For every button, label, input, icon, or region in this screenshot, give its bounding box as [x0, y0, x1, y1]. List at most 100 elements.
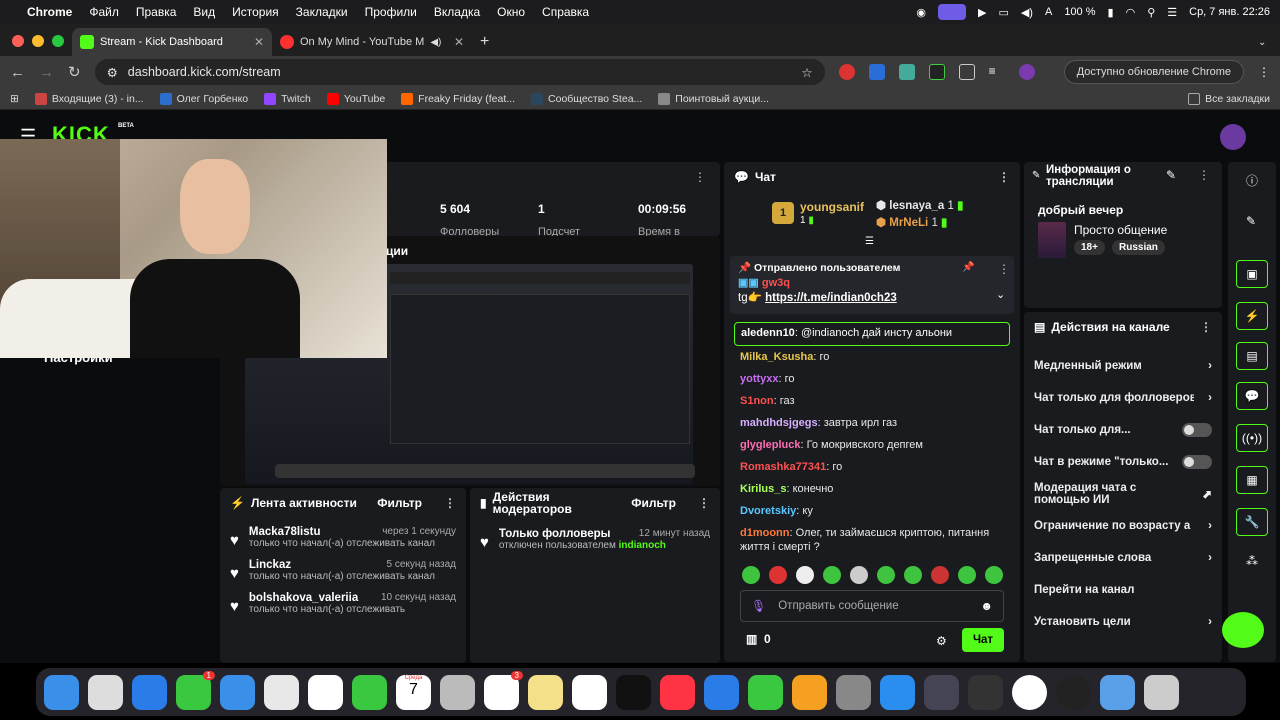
play-icon[interactable]: ▶	[978, 6, 986, 19]
profile-avatar[interactable]	[1018, 64, 1035, 80]
speaker-icon[interactable]: ◀)	[430, 37, 441, 48]
chat-message[interactable]: glyglepluck: Го мокривского депгем	[740, 438, 1010, 452]
address-bar[interactable]: ⚙ dashboard.kick.com/stream ☆	[94, 59, 825, 85]
wrench-icon[interactable]: 🔧	[1236, 508, 1268, 536]
creative-cloud-icon[interactable]: ◉	[916, 6, 926, 19]
volume-icon[interactable]: ◀)	[1021, 6, 1033, 19]
bookmark-star-icon[interactable]: ☆	[801, 65, 812, 80]
update-chrome-button[interactable]: Доступно обновление Chrome	[1063, 60, 1244, 84]
category-name[interactable]: Просто общение	[1074, 223, 1167, 237]
piano-icon[interactable]	[968, 674, 1003, 710]
chat-message[interactable]: d1moonn: Олег, ти займаєшся криптою, пит…	[740, 526, 1010, 554]
action-banned-words[interactable]: Запрещенные слова ›	[1024, 542, 1222, 574]
toggle-switch[interactable]	[1182, 423, 1212, 437]
kebab-icon[interactable]: ⋮	[444, 496, 456, 510]
kebab-icon[interactable]: ⋮	[998, 170, 1010, 184]
expand-icon[interactable]: ☰	[865, 236, 874, 247]
menu-view[interactable]: Вид	[193, 5, 215, 19]
emote-icon[interactable]	[904, 566, 922, 584]
chat-message[interactable]: S1non: газ	[740, 394, 1010, 408]
datetime[interactable]: Ср, 7 янв. 22:26	[1189, 6, 1270, 18]
battery-text[interactable]: 100 %	[1064, 6, 1095, 18]
tab-search-icon[interactable]: ⌄	[1250, 28, 1280, 56]
top-gifter-3[interactable]: ⬢ MrNeLi 1 ▮	[876, 215, 947, 229]
wifi-icon[interactable]: ◠	[1126, 6, 1136, 19]
action-go-to-channel[interactable]: Перейти на канал	[1024, 574, 1222, 606]
action-chat-only-toggle[interactable]: Чат только для...	[1024, 414, 1222, 446]
bookmark-gmail[interactable]: Входящие (3) - in...	[34, 92, 144, 105]
chrome-icon[interactable]	[1012, 674, 1047, 710]
action-ai-moderation[interactable]: Модерация чата с помощью ИИ ⬈	[1024, 478, 1222, 510]
menu-window[interactable]: Окно	[497, 5, 525, 19]
kebab-icon[interactable]: ⋮	[1198, 168, 1210, 182]
facetime-icon[interactable]	[352, 674, 387, 710]
tab-youtube[interactable]: On My Mind - YouTube M ◀) ✕	[272, 28, 472, 56]
layout-icon[interactable]: ▦	[1236, 466, 1268, 494]
more-icon[interactable]: ⋮	[1258, 65, 1270, 79]
forward-icon[interactable]: →	[39, 64, 54, 81]
keyboard-icon[interactable]: A	[1045, 6, 1052, 18]
menu-file[interactable]: Файл	[89, 5, 119, 19]
action-set-goals[interactable]: Установить цели ›	[1024, 606, 1222, 638]
zoom-window-button[interactable]	[52, 35, 64, 47]
top-gifter-2[interactable]: ⬢ lesnaya_a 1 ▮	[876, 198, 963, 212]
close-window-button[interactable]	[12, 35, 24, 47]
new-tab-button[interactable]: +	[472, 28, 502, 56]
kebab-icon[interactable]: ⋮	[694, 170, 706, 184]
user-avatar[interactable]	[1220, 124, 1246, 150]
appletv-icon[interactable]	[616, 674, 651, 710]
downloads-folder-icon[interactable]	[1100, 674, 1135, 710]
control-center-icon[interactable]: ☰	[1167, 6, 1177, 19]
top-gifter-1[interactable]: youngsanif	[800, 200, 864, 214]
action-followers-only[interactable]: Чат только для фолловеров ›	[1024, 382, 1222, 414]
chat-message[interactable]: Milka_Ksusha: го	[740, 350, 1010, 364]
edit-icon[interactable]: ✎	[1166, 168, 1176, 182]
puzzle-icon[interactable]	[958, 64, 975, 80]
emote-icon[interactable]	[850, 566, 868, 584]
chat-message[interactable]: Dvoretskiy: ку	[740, 504, 1010, 518]
minimize-window-button[interactable]	[32, 35, 44, 47]
apps-icon[interactable]: ⊞	[10, 93, 19, 105]
chat-input[interactable]: 🎙 Отправить сообщение ☻	[740, 590, 1004, 622]
kebab-icon[interactable]: ⋮	[1200, 320, 1212, 334]
chat-icon[interactable]: 💬	[1236, 382, 1268, 410]
emote-icon[interactable]	[877, 566, 895, 584]
category-thumbnail[interactable]	[1038, 222, 1066, 258]
action-age-restriction[interactable]: Ограничение по возрасту а ›	[1024, 510, 1222, 542]
bookmark-twitch[interactable]: Twitch	[264, 92, 311, 105]
emote-icon[interactable]	[769, 566, 787, 584]
document-icon[interactable]: ▤	[1236, 342, 1268, 370]
menu-edit[interactable]: Правка	[136, 5, 177, 19]
camera-icon[interactable]: ▣	[1236, 260, 1268, 288]
tab-kick-dashboard[interactable]: Stream - Kick Dashboard ✕	[72, 28, 272, 56]
action-chat-mode-toggle[interactable]: Чат в режиме "только...	[1024, 446, 1222, 478]
emote-icon[interactable]	[931, 566, 949, 584]
bookmark-vk[interactable]: Олег Горбенко	[159, 92, 248, 105]
extension-icon[interactable]	[898, 64, 915, 80]
bookmark-soundcloud[interactable]: Freaky Friday (feat...	[401, 92, 515, 105]
battery-icon[interactable]: ▮	[1108, 6, 1114, 19]
send-chat-button[interactable]: Чат	[962, 628, 1004, 652]
menu-bookmarks[interactable]: Закладки	[296, 5, 348, 19]
microphone-icon[interactable]: 🎙	[751, 599, 766, 613]
kebab-icon[interactable]: ⋮	[998, 262, 1010, 276]
launchpad-icon[interactable]	[88, 674, 123, 710]
pin-icon[interactable]: 📌	[962, 262, 974, 273]
action-slow-mode[interactable]: Медленный режим ›	[1024, 350, 1222, 382]
trash-icon[interactable]	[1144, 674, 1179, 710]
menu-tab[interactable]: Вкладка	[434, 5, 480, 19]
close-icon[interactable]: ✕	[454, 35, 464, 49]
chat-message[interactable]: yottyxx: го	[740, 372, 1010, 386]
bookmark-youtube[interactable]: YouTube	[326, 92, 385, 105]
search-icon[interactable]: ⚲	[1147, 6, 1155, 19]
nodes-icon[interactable]: ⁂	[1246, 554, 1258, 568]
safari-icon[interactable]	[132, 674, 167, 710]
extension-icon[interactable]	[838, 64, 855, 80]
obs-icon[interactable]	[924, 674, 959, 710]
menu-history[interactable]: История	[232, 5, 279, 19]
display-icon[interactable]: ▭	[998, 6, 1008, 19]
emoji-icon[interactable]: ☻	[980, 599, 993, 613]
chat-message[interactable]: Romashka77341: го	[740, 460, 1010, 474]
pinned-link[interactable]: https://t.me/indian0ch23	[765, 292, 897, 304]
messages-icon[interactable]: 1	[176, 670, 215, 710]
